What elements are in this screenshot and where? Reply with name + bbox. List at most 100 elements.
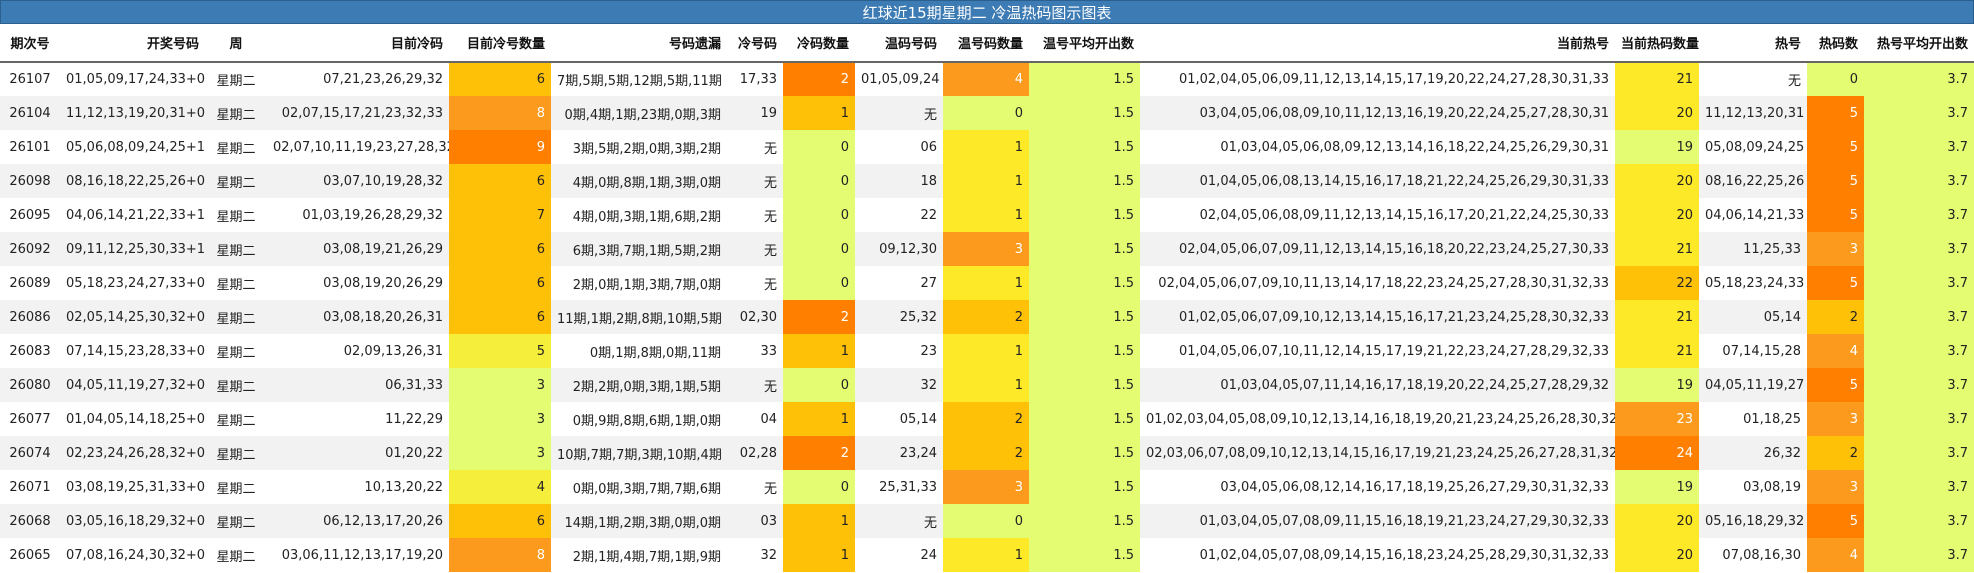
cell-current-hot-count: 23 [1615, 402, 1699, 436]
cell-warm-count: 1 [943, 368, 1029, 402]
cell-warm-avg: 1.5 [1029, 538, 1140, 572]
cell-hot-count: 5 [1807, 130, 1864, 164]
cell-hot-number: 04,05,11,19,27 [1705, 377, 1805, 393]
cell-hot-count: 5 [1807, 96, 1864, 130]
cell-cold-count: 1 [783, 538, 855, 572]
cell-cold-number: 02,28 [739, 445, 777, 461]
cell-number-miss: 4期,0期,8期,1期,3期,0期 [572, 175, 721, 191]
cell-hot-count: 5 [1807, 164, 1864, 198]
cell-number-miss: 14期,1期,2期,3期,0期,0期 [564, 515, 721, 531]
cell-hot-number: 11,12,13,20,31 [1705, 105, 1805, 121]
cell-current-cold-count: 3 [449, 436, 551, 470]
cell-warm-number: 25,32 [899, 309, 937, 325]
cell-weekday: 星期二 [216, 74, 256, 89]
cell-current-cold: 03,08,19,21,26,29 [323, 241, 443, 257]
cell-warm-number: 09,12,30 [879, 241, 937, 257]
cell-current-hot: 03,04,05,06,08,12,14,16,17,18,19,25,26,2… [1220, 479, 1609, 495]
cell-warm-number: 05,14 [899, 411, 937, 427]
cell-issue: 26080 [9, 377, 51, 393]
cell-hot-avg: 3.7 [1864, 62, 1974, 96]
chart-window: 红球近15期星期二 冷温热码图示图表 期次号 开奖号码周目前冷码 目前冷号数量 号码遗… [0, 0, 1974, 573]
cell-weekday: 星期二 [216, 311, 256, 327]
cell-weekday: 星期二 [216, 209, 256, 225]
cell-current-hot: 03,04,05,06,08,09,10,11,12,13,16,19,20,2… [1199, 105, 1609, 121]
cell-draw-numbers: 09,11,12,25,30,33+11 [66, 241, 205, 257]
cell-hot-number: 07,08,16,30 [1722, 547, 1801, 563]
cell-warm-count: 2 [943, 402, 1029, 436]
cell-draw-numbers: 02,05,14,25,30,32+05 [66, 309, 205, 325]
cell-current-hot-count: 20 [1615, 96, 1699, 130]
cell-hot-avg: 3.7 [1864, 164, 1974, 198]
table-row: 26080 04,05,11,19,27,32+01 星期二 06,31,33 3 2期,… [0, 368, 1974, 402]
cell-number-miss: 4期,0期,3期,1期,6期,2期 [572, 209, 721, 225]
cell-issue: 26086 [9, 309, 51, 325]
cell-issue: 26089 [9, 275, 51, 291]
cell-draw-numbers: 08,16,18,22,25,26+07 [66, 173, 205, 189]
cell-hot-number: 05,14 [1763, 309, 1801, 325]
cell-cold-number: 33 [760, 343, 777, 359]
cell-current-cold: 02,07,10,11,19,23,27,28,32 [273, 139, 449, 155]
cell-hot-count: 5 [1807, 266, 1864, 300]
cell-cold-number: 无 [763, 175, 777, 191]
cell-cold-number: 04 [760, 411, 777, 427]
cell-draw-numbers: 01,05,09,17,24,33+04 [66, 72, 205, 87]
cell-cold-count: 0 [783, 198, 855, 232]
cell-current-hot: 02,04,05,06,07,09,10,11,13,14,17,18,22,2… [1158, 275, 1609, 291]
col-header-hot-number: 热号 [1699, 24, 1807, 63]
cell-number-miss: 2期,2期,0期,3期,1期,5期 [572, 379, 721, 395]
cell-cold-count: 1 [783, 504, 855, 538]
cell-warm-avg: 1.5 [1029, 300, 1140, 334]
cell-current-cold-count: 7 [449, 198, 551, 232]
cell-cold-number: 无 [763, 243, 777, 259]
cell-current-hot-count: 21 [1615, 232, 1699, 266]
cell-hot-avg: 3.7 [1864, 470, 1974, 504]
cell-current-cold: 07,21,23,26,29,32 [323, 72, 443, 87]
cell-hot-number: 08,16,22,25,26 [1705, 173, 1805, 189]
cell-number-miss: 2期,0期,1期,3期,7期,0期 [572, 277, 721, 293]
cell-issue: 26092 [9, 241, 51, 257]
cell-warm-number: 01,05,09,24 [861, 72, 940, 87]
table-row: 26089 05,18,23,24,27,33+03 星期二 03,08,19,20,… [0, 266, 1974, 300]
cell-current-hot-count: 21 [1615, 300, 1699, 334]
cell-number-miss: 10期,7期,7期,3期,10期,4期 [557, 447, 722, 463]
cell-draw-numbers: 05,18,23,24,27,33+03 [66, 275, 205, 291]
cell-warm-number: 27 [920, 275, 937, 291]
cell-issue: 26068 [9, 513, 51, 529]
cell-weekday: 星期二 [216, 447, 256, 463]
cell-hot-number: 05,18,23,24,33 [1705, 275, 1805, 291]
cell-number-miss: 0期,9期,8期,6期,1期,0期 [572, 413, 721, 429]
cell-current-cold-count: 6 [449, 62, 551, 96]
cell-draw-numbers: 07,14,15,23,28,33+03 [66, 343, 205, 359]
cell-hot-number: 无 [1787, 74, 1801, 89]
cell-hot-number: 07,14,15,28 [1722, 343, 1801, 359]
cell-cold-number: 02,30 [739, 309, 777, 325]
cell-weekday: 星期二 [216, 481, 256, 497]
cell-current-cold: 02,07,15,17,21,23,32,33 [281, 105, 443, 121]
cell-cold-number: 无 [763, 481, 777, 497]
cell-draw-numbers: 03,08,19,25,31,33+05 [66, 479, 205, 495]
cell-warm-avg: 1.5 [1029, 198, 1140, 232]
cell-cold-number: 19 [760, 105, 777, 121]
cell-hot-avg: 3.7 [1864, 130, 1974, 164]
cell-warm-number: 无 [923, 515, 937, 531]
col-header-current-cold-count: 目前冷号数量 [449, 24, 551, 63]
cell-weekday: 星期二 [216, 141, 256, 157]
cell-warm-count: 0 [943, 96, 1029, 130]
cell-draw-numbers: 04,05,11,19,27,32+01 [66, 377, 205, 393]
cell-current-cold-count: 4 [449, 470, 551, 504]
table-body: 26107 01,05,09,17,24,33+04 星期二 07,21,23,26,… [0, 62, 1974, 572]
cell-cold-count: 2 [783, 300, 855, 334]
cell-warm-count: 2 [943, 300, 1029, 334]
cell-hot-count: 5 [1807, 504, 1864, 538]
cell-current-cold: 06,12,13,17,20,26 [323, 513, 443, 529]
cell-hot-count: 5 [1807, 368, 1864, 402]
cell-hot-avg: 3.7 [1864, 402, 1974, 436]
col-header-draw-numbers: 开奖号码 [60, 24, 205, 63]
cell-issue: 26098 [9, 173, 51, 189]
cell-issue: 26107 [9, 72, 51, 87]
cell-current-cold: 01,20,22 [385, 445, 443, 461]
cell-warm-avg: 1.5 [1029, 504, 1140, 538]
cell-hot-number: 01,18,25 [1743, 411, 1801, 427]
cell-cold-number: 无 [763, 209, 777, 225]
cell-warm-number: 23,24 [899, 445, 937, 461]
